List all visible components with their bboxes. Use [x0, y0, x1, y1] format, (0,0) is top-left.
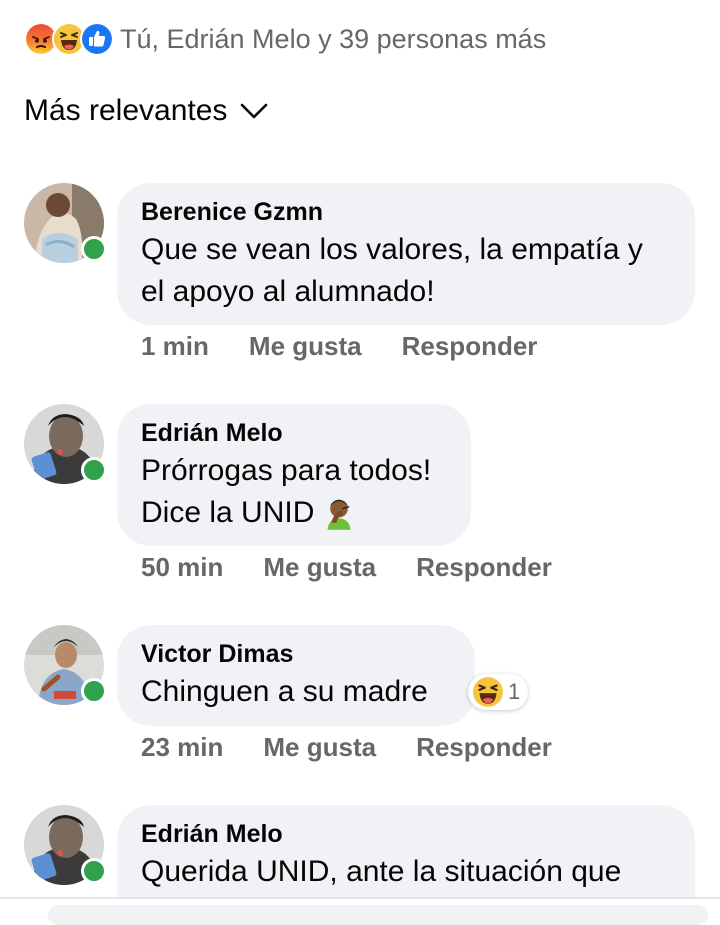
online-status-dot [81, 678, 107, 704]
comment-timestamp[interactable]: 23 min [141, 732, 223, 763]
comment-text-line: Dice la UNID [141, 492, 447, 534]
reaction-icons [24, 22, 114, 56]
chevron-down-icon [241, 103, 268, 119]
comment-timestamp[interactable]: 1 min [141, 331, 209, 362]
reply-button[interactable]: Responder [416, 732, 552, 763]
comment-timestamp[interactable]: 50 min [141, 552, 223, 583]
comment-author[interactable]: Victor Dimas [141, 637, 451, 671]
like-button[interactable]: Me gusta [249, 331, 362, 362]
like-button[interactable]: Me gusta [263, 552, 376, 583]
reaction-summary-text[interactable]: Tú, Edrián Melo y 39 personas más [120, 24, 546, 55]
online-status-dot [81, 457, 107, 483]
comment-composer-bar [0, 899, 720, 925]
comment-sort-dropdown[interactable]: Más relevantes [24, 94, 269, 128]
comment-reaction-pill[interactable]: 1 [468, 674, 529, 710]
comment-bubble[interactable]: Berenice Gzmn Que se vean los valores, l… [117, 183, 695, 325]
comment-bubble[interactable]: Victor Dimas Chinguen a su madre [117, 625, 475, 726]
comment-actions: 23 min Me gusta Responder [141, 732, 592, 763]
reactions-summary-bar[interactable]: Tú, Edrián Melo y 39 personas más [24, 22, 546, 56]
comment-composer-input[interactable] [48, 905, 708, 925]
like-reaction-icon [80, 22, 114, 56]
comment-text-line: Querida UNID, ante la situación que [141, 855, 622, 888]
haha-reaction-icon [473, 677, 503, 707]
reply-button[interactable]: Responder [416, 552, 552, 583]
reaction-count: 1 [508, 679, 521, 704]
comment-text-line: Prórrogas para todos! [141, 454, 432, 487]
comment-bubble[interactable]: Edrián Melo Prórrogas para todos! Dice l… [117, 404, 471, 546]
comment-text-segment: Dice la UNID [141, 496, 315, 529]
comment-text-line: el apoyo al alumnado! [141, 275, 435, 308]
like-button[interactable]: Me gusta [263, 732, 376, 763]
comment-actions: 1 min Me gusta Responder [141, 331, 577, 362]
comment-text-line: Que se vean los valores, la empatía y [141, 233, 643, 266]
reply-button[interactable]: Responder [402, 331, 538, 362]
comment-actions: 50 min Me gusta Responder [141, 552, 592, 583]
online-status-dot [81, 236, 107, 262]
comment-text-line: Chinguen a su madre [141, 675, 428, 708]
comment-author[interactable]: Berenice Gzmn [141, 195, 671, 229]
sort-label: Más relevantes [24, 94, 228, 127]
person-facepalm-emoji-icon [327, 499, 351, 530]
comment-author[interactable]: Edrián Melo [141, 416, 447, 450]
online-status-dot [81, 858, 107, 884]
comment-author[interactable]: Edrián Melo [141, 817, 671, 851]
